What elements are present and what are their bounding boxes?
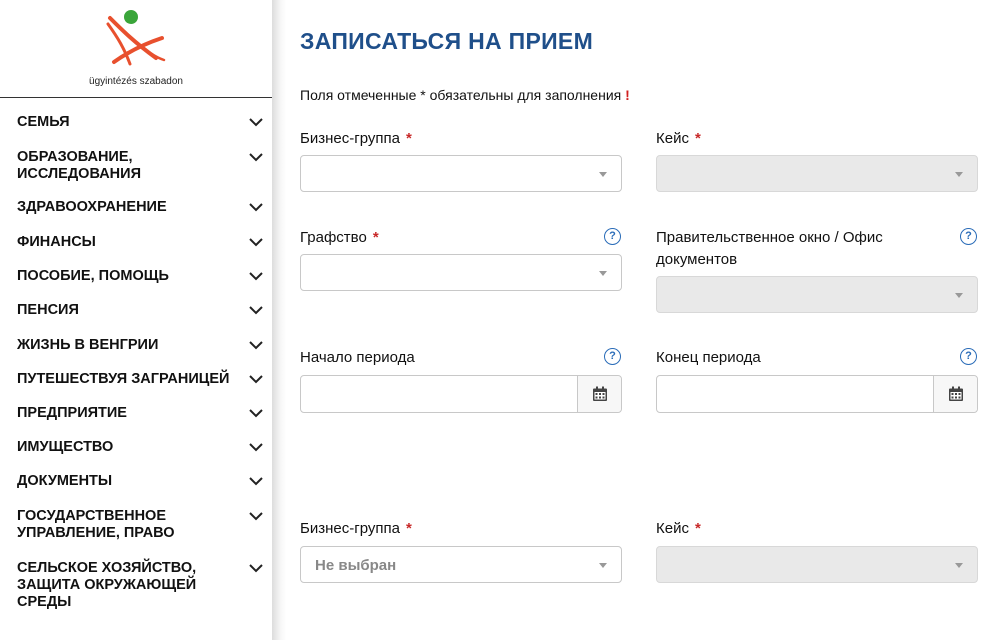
main-content: ЗАПИСАТЬСЯ НА ПРИЕМ Поля отмеченные * об… [300, 0, 1000, 640]
chevron-down-icon [249, 564, 263, 573]
sidebar-item-label: СЕМЬЯ [17, 114, 70, 130]
sidebar-item-finance[interactable]: ФИНАНСЫ [0, 234, 272, 251]
chevron-down-icon [249, 443, 263, 452]
page-title: ЗАПИСАТЬСЯ НА ПРИЕМ [300, 28, 594, 54]
chevron-down-icon [249, 118, 263, 127]
required-star: * [372, 229, 379, 246]
chevron-down-icon [249, 153, 263, 162]
sidebar-item-life-in-hungary[interactable]: ЖИЗНЬ В ВЕНГРИИ [0, 337, 272, 354]
case-2-label: Кейс * [656, 518, 701, 540]
required-mark: ! [625, 87, 630, 103]
sidebar-item-family[interactable]: СЕМЬЯ [0, 114, 272, 131]
calendar-icon [593, 386, 607, 401]
sidebar-item-pension[interactable]: ПЕНСИЯ [0, 302, 272, 319]
sidebar-item-label: ФИНАНСЫ [17, 234, 96, 250]
required-note: Поля отмеченные * обязательны для заполн… [300, 87, 630, 103]
sidebar-item-education[interactable]: ОБРАЗОВАНИЕ, ИССЛЕДОВАНИЯ [0, 149, 272, 183]
business-group-select[interactable] [300, 155, 622, 192]
dropdown-caret-icon [599, 563, 607, 568]
chevron-down-icon [249, 272, 263, 281]
logo-icon [106, 10, 166, 66]
period-start-input[interactable] [300, 375, 622, 413]
business-group-2-select[interactable]: Не выбран [300, 546, 622, 583]
sidebar-item-property[interactable]: ИМУЩЕСТВО [0, 439, 272, 456]
business-group-2-label: Бизнес-группа * [300, 518, 412, 540]
chevron-down-icon [249, 409, 263, 418]
sidebar-item-label: ПЕНСИЯ [17, 302, 79, 318]
business-group-label: Бизнес-группа * [300, 128, 412, 150]
sidebar-item-label: СЕЛЬСКОЕ ХОЗЯЙСТВО, ЗАЩИТА ОКРУЖАЮЩЕЙ СР… [17, 560, 197, 610]
office-label: Правительственное окно / Офис документов [656, 229, 883, 268]
sidebar-item-label: ПОСОБИЕ, ПОМОЩЬ [17, 268, 169, 284]
dropdown-caret-icon [955, 293, 963, 298]
county-label: Графство * [300, 227, 379, 249]
sidebar: ügyintézés szabadon СЕМЬЯ ОБРАЗОВАНИЕ, И… [0, 0, 272, 640]
sidebar-item-label: ЖИЗНЬ В ВЕНГРИИ [17, 337, 159, 353]
sidebar-item-label: ПУТЕШЕСТВУЯ ЗАГРАНИЦЕЙ [17, 371, 230, 387]
sidebar-item-government[interactable]: ГОСУДАРСТВЕННОЕ УПРАВЛЕНИЕ, ПРАВО [0, 508, 272, 542]
sidebar-item-label: ЗДРАВООХРАНЕНИЕ [17, 199, 167, 215]
case-2-select[interactable] [656, 546, 978, 583]
business-group-label-text: Бизнес-группа [300, 130, 400, 147]
period-end-label: Конец периода [656, 349, 761, 366]
sidebar-item-label: ОБРАЗОВАНИЕ, ИССЛЕДОВАНИЯ [17, 149, 141, 182]
required-star: * [694, 130, 701, 147]
chevron-down-icon [249, 477, 263, 486]
sidebar-scroll-edge [272, 0, 286, 640]
office-help-icon[interactable]: ? [960, 228, 977, 245]
chevron-down-icon [249, 375, 263, 384]
case-label-text: Кейс [656, 130, 689, 147]
logo-caption: ügyintézés szabadon [89, 76, 183, 87]
business-group-2-label-text: Бизнес-группа [300, 520, 400, 537]
sidebar-item-documents[interactable]: ДОКУМЕНТЫ [0, 473, 272, 490]
period-end-input[interactable] [656, 375, 978, 413]
chevron-down-icon [249, 203, 263, 212]
period-end-calendar-button[interactable] [933, 376, 977, 412]
sidebar-item-label: ИМУЩЕСТВО [17, 439, 114, 455]
calendar-icon [949, 386, 963, 401]
case-2-label-text: Кейс [656, 520, 689, 537]
sidebar-item-label: ДОКУМЕНТЫ [17, 473, 113, 489]
county-help-icon[interactable]: ? [604, 228, 621, 245]
required-star: * [405, 520, 412, 537]
sidebar-item-label: ПРЕДПРИЯТИЕ [17, 405, 127, 421]
case-label: Кейс * [656, 128, 701, 150]
chevron-down-icon [249, 238, 263, 247]
sidebar-item-travel[interactable]: ПУТЕШЕСТВУЯ ЗАГРАНИЦЕЙ [0, 371, 272, 388]
sidebar-item-healthcare[interactable]: ЗДРАВООХРАНЕНИЕ [0, 199, 272, 216]
county-label-text: Графство [300, 229, 367, 246]
dropdown-caret-icon [955, 563, 963, 568]
dropdown-caret-icon [955, 172, 963, 177]
logo-area[interactable]: ügyintézés szabadon [0, 0, 272, 98]
sidebar-item-label: ГОСУДАРСТВЕННОЕ УПРАВЛЕНИЕ, ПРАВО [17, 508, 175, 541]
required-star: * [405, 130, 412, 147]
chevron-down-icon [249, 341, 263, 350]
dropdown-caret-icon [599, 271, 607, 276]
period-end-help-icon[interactable]: ? [960, 348, 977, 365]
business-group-2-value: Не выбран [315, 557, 397, 574]
chevron-down-icon [249, 306, 263, 315]
sidebar-item-agriculture[interactable]: СЕЛЬСКОЕ ХОЗЯЙСТВО, ЗАЩИТА ОКРУЖАЮЩЕЙ СР… [0, 560, 272, 611]
sidebar-item-enterprise[interactable]: ПРЕДПРИЯТИЕ [0, 405, 272, 422]
case-select[interactable] [656, 155, 978, 192]
sidebar-item-benefits[interactable]: ПОСОБИЕ, ПОМОЩЬ [0, 268, 272, 285]
county-select[interactable] [300, 254, 622, 291]
required-note-text: Поля отмеченные * обязательны для заполн… [300, 87, 622, 103]
period-start-label: Начало периода [300, 349, 415, 366]
dropdown-caret-icon [599, 172, 607, 177]
period-start-calendar-button[interactable] [577, 376, 621, 412]
office-select[interactable] [656, 276, 978, 313]
chevron-down-icon [249, 512, 263, 521]
required-star: * [694, 520, 701, 537]
period-start-help-icon[interactable]: ? [604, 348, 621, 365]
